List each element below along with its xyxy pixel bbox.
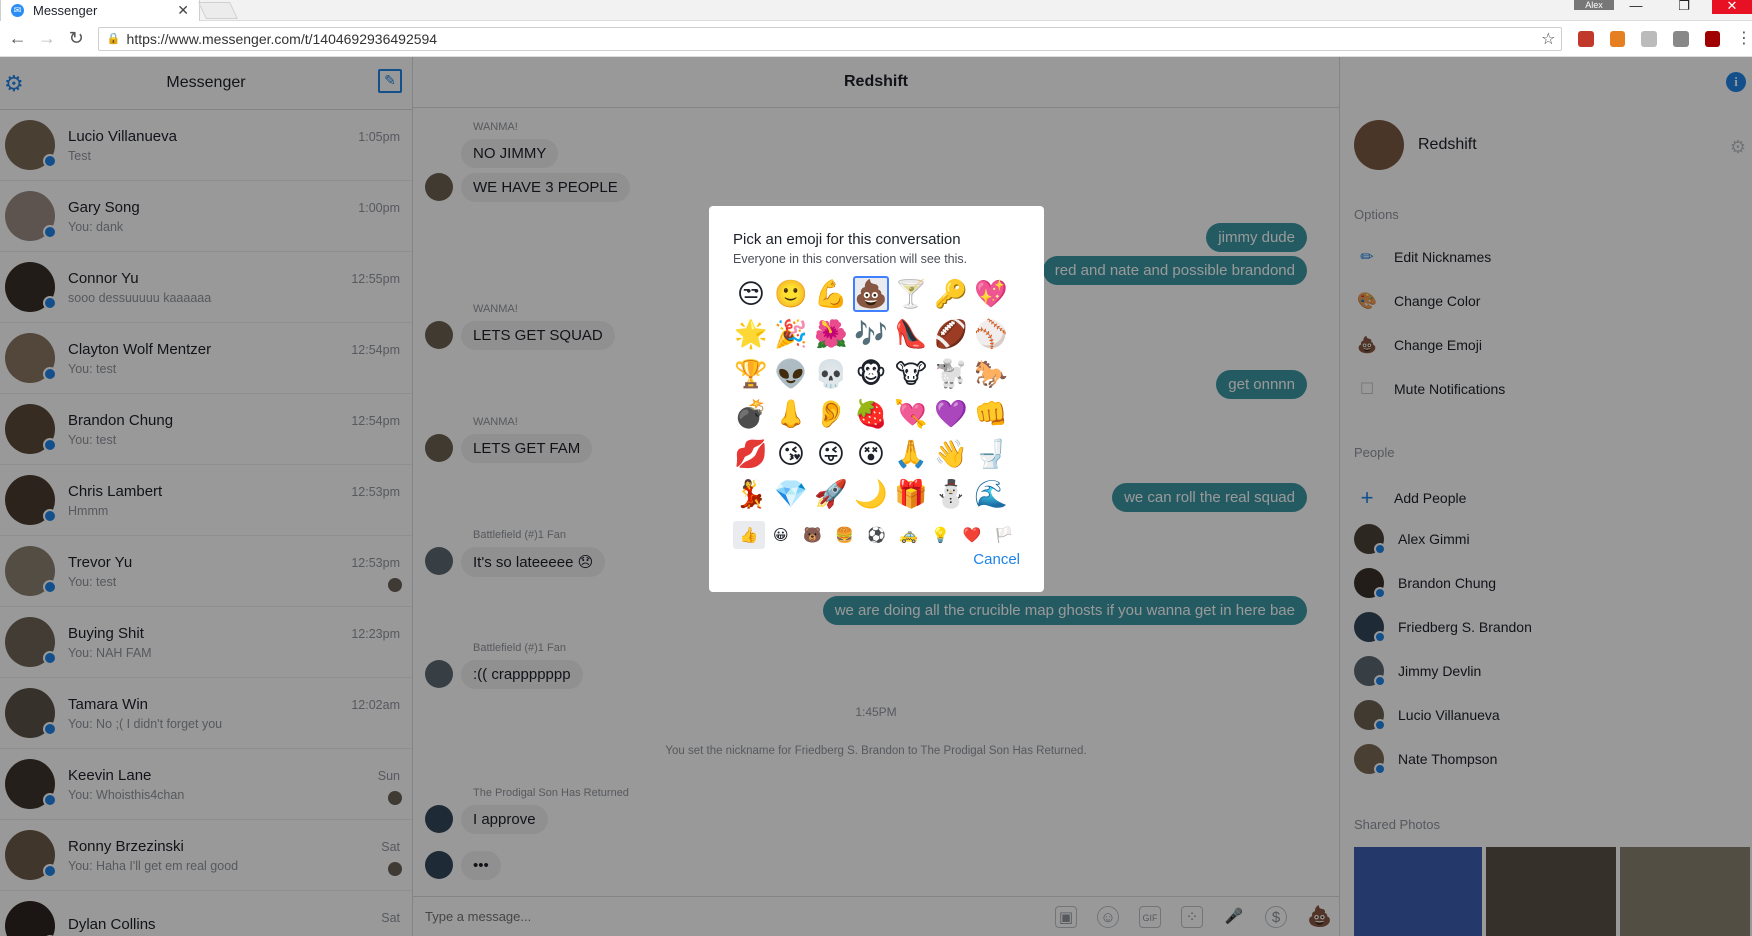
bookmark-star-icon[interactable]: ☆ <box>1541 29 1555 49</box>
reload-icon[interactable]: ↻ <box>65 28 88 49</box>
emoji-category-tabs: 👍 😀 🐻 🍔 ⚽ 🚕 💡 ❤️ 🏳️ <box>733 520 1020 550</box>
dialog-title: Pick an emoji for this conversation <box>733 231 961 248</box>
emoji-option[interactable]: 🌺 <box>813 316 849 352</box>
address-bar[interactable]: 🔒 https://www.messenger.com/t/1404692936… <box>97 26 1563 51</box>
forward-icon[interactable]: → <box>35 28 58 49</box>
profile-badge[interactable]: Alex <box>1574 0 1614 10</box>
messenger-favicon-icon: ✉ <box>11 4 24 17</box>
emoji-option[interactable]: 🌊 <box>973 476 1009 512</box>
minimize-button[interactable]: — <box>1616 0 1656 14</box>
emoji-option[interactable]: 🙂 <box>773 276 809 312</box>
emoji-option[interactable]: 🎉 <box>773 316 809 352</box>
emoji-option[interactable]: 💩 <box>853 276 889 312</box>
emoji-category-tab[interactable]: 🐻 <box>797 521 829 549</box>
emoji-option[interactable]: 👋 <box>933 436 969 472</box>
lock-icon: 🔒 <box>106 33 121 45</box>
ublock-icon[interactable] <box>1704 30 1721 47</box>
tab-title: Messenger <box>33 3 98 18</box>
emoji-option[interactable]: 😘 <box>773 436 809 472</box>
emoji-category-tab[interactable]: 👍 <box>733 521 765 549</box>
emoji-option[interactable]: 🚽 <box>973 436 1009 472</box>
menu-icon[interactable]: ⋮ <box>1736 30 1752 47</box>
emoji-category-tab[interactable]: ⚽ <box>861 521 893 549</box>
emoji-option[interactable]: 🏈 <box>933 316 969 352</box>
emoji-option[interactable]: 🍓 <box>853 396 889 432</box>
back-icon[interactable]: ← <box>6 28 29 49</box>
new-tab-button[interactable] <box>198 2 238 19</box>
url-text[interactable]: https://www.messenger.com/t/140469293649… <box>127 31 1542 47</box>
emoji-option[interactable]: 👃 <box>773 396 809 432</box>
emoji-category-tab[interactable]: 😀 <box>765 521 797 549</box>
emoji-grid: 😒 🙂 💪 💩 🍸 🔑 💖 🌟 🎉 🌺 🎶 👠 🏈 ⚾ 🏆 👽 💀 🐵 🐮 🐩 🐎 💣 👃 👂 🍓 💘 💜 👊 💋 😘 😜 😵 🙏 👋 🚽 💃 💎 🚀 🌙 🎁… <box>733 276 1020 516</box>
close-window-button[interactable]: ✕ <box>1712 0 1752 14</box>
emoji-option[interactable]: 💀 <box>813 356 849 392</box>
emoji-option[interactable]: 💋 <box>733 436 769 472</box>
emoji-option[interactable]: 💣 <box>733 396 769 432</box>
emoji-category-tab[interactable]: 🚕 <box>892 521 924 549</box>
extension-icon[interactable] <box>1672 30 1689 47</box>
emoji-option[interactable]: 👊 <box>973 396 1009 432</box>
extension-icon[interactable] <box>1609 30 1626 47</box>
emoji-option[interactable]: 🎶 <box>853 316 889 352</box>
emoji-option[interactable]: 👠 <box>893 316 929 352</box>
emoji-option[interactable]: 😵 <box>853 436 889 472</box>
emoji-option[interactable]: 🍸 <box>893 276 929 312</box>
restore-button[interactable]: ❐ <box>1664 0 1704 14</box>
emoji-option[interactable]: 🌙 <box>853 476 889 512</box>
emoji-option[interactable]: 🙏 <box>893 436 929 472</box>
emoji-option[interactable]: 💜 <box>933 396 969 432</box>
browser-tab-messenger[interactable]: ✉ Messenger ✕ <box>0 0 200 22</box>
emoji-category-tab[interactable]: ❤️ <box>956 521 988 549</box>
emoji-option[interactable]: 🎁 <box>893 476 929 512</box>
browser-toolbar: ← → ↻ 🔒 https://www.messenger.com/t/1404… <box>0 21 1752 57</box>
emoji-option[interactable]: 😜 <box>813 436 849 472</box>
emoji-option[interactable]: 🐵 <box>853 356 889 392</box>
emoji-option[interactable]: 🐮 <box>893 356 929 392</box>
emoji-category-tab[interactable]: 💡 <box>924 521 956 549</box>
emoji-option[interactable]: ⚾ <box>973 316 1009 352</box>
emoji-option[interactable]: 👽 <box>773 356 809 392</box>
browser-tab-strip: ✉ Messenger ✕ Alex — ❐ ✕ <box>0 0 1752 22</box>
emoji-option[interactable]: 😒 <box>733 276 769 312</box>
extension-icon[interactable] <box>1641 30 1657 47</box>
emoji-option[interactable]: 🚀 <box>813 476 849 512</box>
emoji-option[interactable]: 🔑 <box>933 276 969 312</box>
close-tab-icon[interactable]: ✕ <box>177 2 189 19</box>
emoji-option[interactable]: 🏆 <box>733 356 769 392</box>
emoji-option[interactable]: 🌟 <box>733 316 769 352</box>
emoji-option[interactable]: 💪 <box>813 276 849 312</box>
dialog-subtitle: Everyone in this conversation will see t… <box>733 252 968 266</box>
emoji-picker-dialog: Pick an emoji for this conversation Ever… <box>709 206 1044 592</box>
emoji-option[interactable]: 💎 <box>773 476 809 512</box>
emoji-option[interactable]: ⛄ <box>933 476 969 512</box>
emoji-option[interactable]: 🐩 <box>933 356 969 392</box>
extension-icon[interactable] <box>1578 30 1594 47</box>
emoji-option[interactable]: 💃 <box>733 476 769 512</box>
emoji-option[interactable]: 💘 <box>893 396 929 432</box>
emoji-category-tab[interactable]: 🏳️ <box>988 521 1020 549</box>
emoji-option[interactable]: 👂 <box>813 396 849 432</box>
emoji-option[interactable]: 🐎 <box>973 356 1009 392</box>
emoji-option[interactable]: 💖 <box>973 276 1009 312</box>
emoji-category-tab[interactable]: 🍔 <box>829 521 861 549</box>
cancel-button[interactable]: Cancel <box>973 551 1020 568</box>
